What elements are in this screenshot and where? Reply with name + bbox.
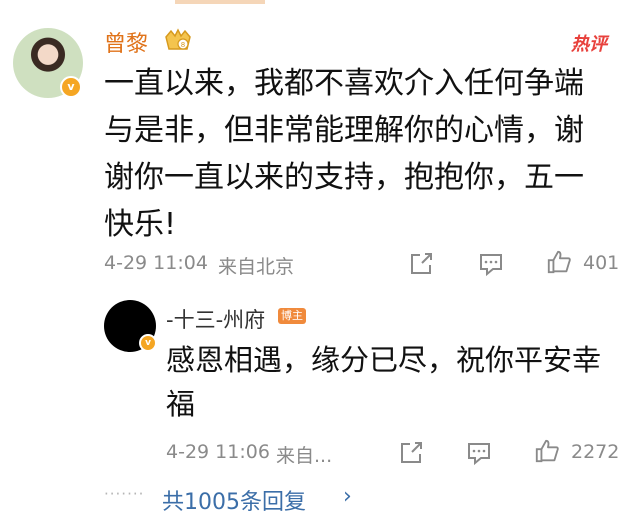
comment-author-name[interactable]: 曾黎: [104, 26, 148, 58]
thread-dots: ·······: [104, 485, 145, 503]
verified-badge-icon: v: [60, 76, 82, 98]
author-badge: 博主: [278, 308, 306, 324]
verified-badge-icon: v: [139, 334, 157, 352]
thumbs-up-icon[interactable]: [546, 249, 572, 275]
comment-icon[interactable]: [466, 440, 492, 466]
comment-time: 4-29 11:04: [104, 252, 208, 274]
share-icon[interactable]: [408, 251, 434, 277]
reply-location: 来自...: [276, 445, 333, 467]
thumbs-up-icon[interactable]: [534, 438, 560, 464]
reply-author-name[interactable]: -十三-州府: [166, 304, 265, 334]
fan-medal-icon: 8: [165, 28, 191, 50]
svg-text:8: 8: [181, 41, 185, 49]
comment-location: 来自北京: [218, 256, 295, 278]
view-replies-link[interactable]: 共1005条回复: [162, 484, 306, 516]
hot-comment-tag: 热评: [571, 34, 607, 55]
comment-text: 一直以来，我都不喜欢介入任何争端与是非，但非常能理解你的心情，谢谢你一直以来的支…: [104, 66, 584, 242]
share-icon[interactable]: [398, 440, 424, 466]
comment-like-count: 401: [583, 252, 620, 274]
top-edge-strip: [175, 0, 265, 4]
reply-text: 感恩相遇，缘分已尽，祝你平安幸福: [166, 343, 602, 421]
reply-time: 4-29 11:06: [166, 441, 270, 463]
chevron-right-icon[interactable]: ›: [343, 484, 352, 509]
reply-like-count: 2272: [571, 441, 620, 463]
comment-icon[interactable]: [478, 251, 504, 277]
